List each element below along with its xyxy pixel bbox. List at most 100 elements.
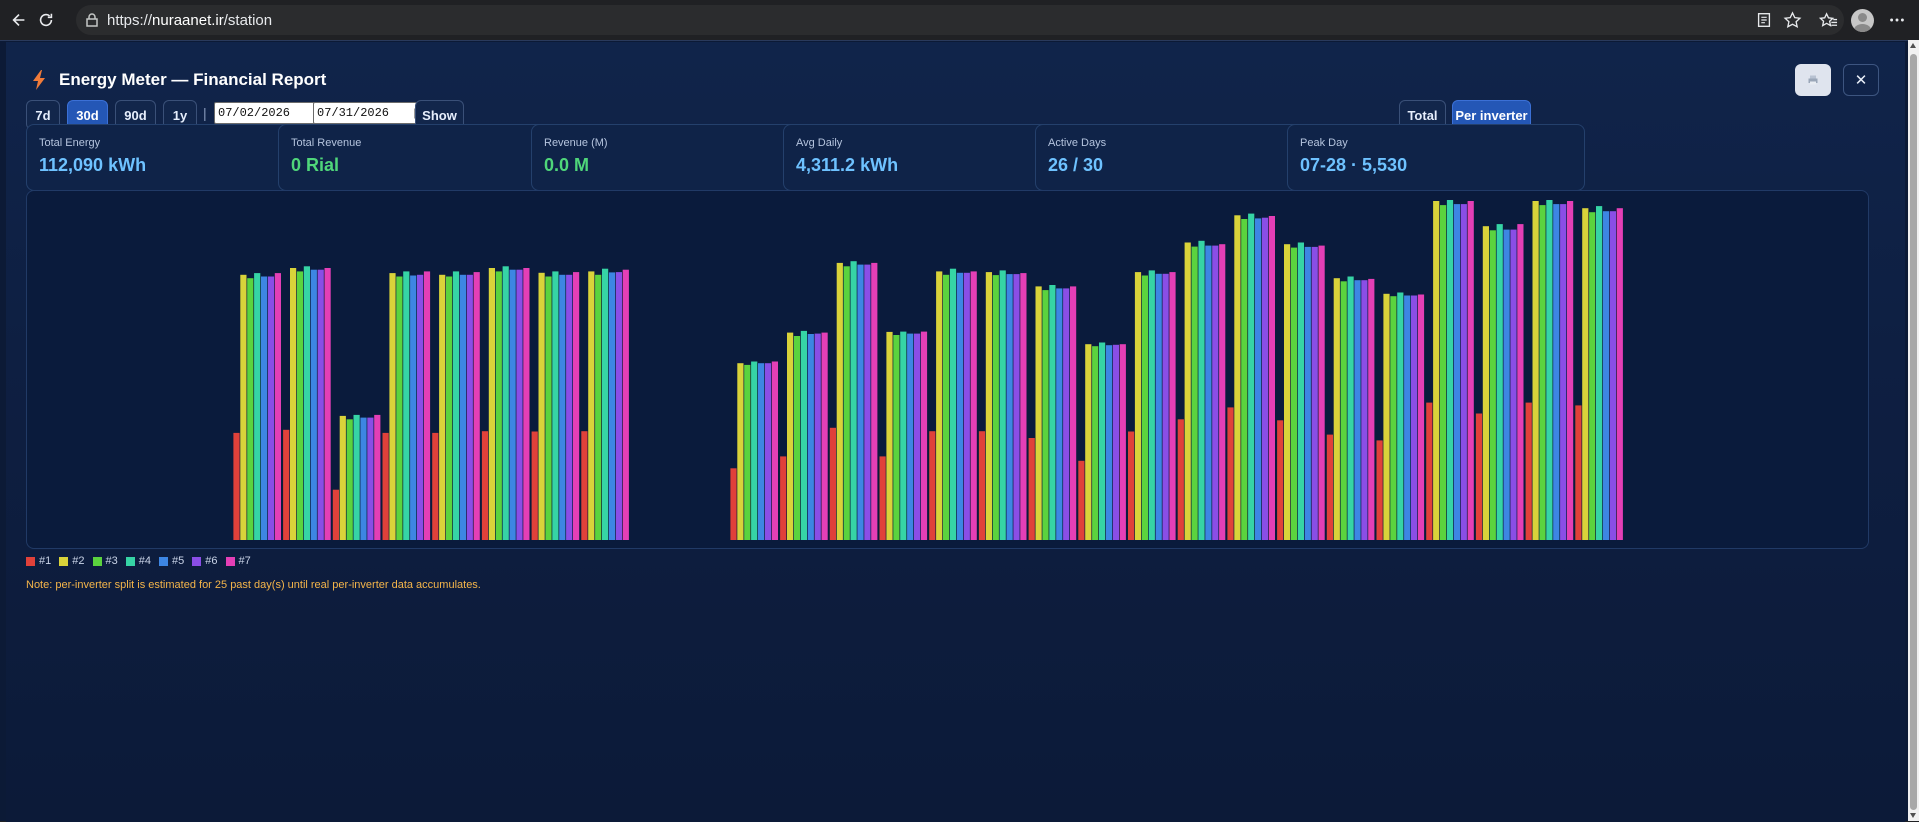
bar-inverter-5[interactable] xyxy=(1006,274,1013,540)
bar-inverter-4[interactable] xyxy=(751,361,758,541)
bar-inverter-2[interactable] xyxy=(538,272,545,540)
bar-inverter-3[interactable] xyxy=(495,271,502,540)
bar-inverter-1[interactable] xyxy=(780,456,787,540)
bar-inverter-5[interactable] xyxy=(1553,204,1560,540)
bar-inverter-6[interactable] xyxy=(764,363,772,540)
bar-inverter-3[interactable] xyxy=(545,276,552,541)
bar-inverter-7[interactable] xyxy=(573,272,580,540)
scroll-thumb[interactable] xyxy=(1910,54,1917,810)
bar-inverter-6[interactable] xyxy=(1411,295,1418,541)
bar-inverter-2[interactable] xyxy=(886,331,893,540)
bar-inverter-2[interactable] xyxy=(1433,201,1440,540)
bar-inverter-1[interactable] xyxy=(1277,420,1284,540)
bar-inverter-6[interactable] xyxy=(417,274,424,540)
bar-inverter-6[interactable] xyxy=(317,269,324,540)
bar-inverter-4[interactable] xyxy=(1148,270,1155,540)
bar-inverter-4[interactable] xyxy=(1049,285,1056,540)
bar-inverter-1[interactable] xyxy=(432,432,439,540)
bar-inverter-7[interactable] xyxy=(821,332,828,540)
bar-inverter-3[interactable] xyxy=(1092,346,1099,540)
bar-inverter-7[interactable] xyxy=(423,271,431,540)
bar-inverter-3[interactable] xyxy=(1489,230,1496,541)
bar-inverter-7[interactable] xyxy=(920,331,928,540)
bar-inverter-6[interactable] xyxy=(466,274,473,540)
favorites-icon[interactable] xyxy=(1817,9,1839,31)
bar-inverter-3[interactable] xyxy=(346,419,353,540)
bar-inverter-2[interactable] xyxy=(1085,344,1092,540)
bar-inverter-2[interactable] xyxy=(1184,242,1191,541)
bar-inverter-4[interactable] xyxy=(353,414,360,540)
bar-inverter-5[interactable] xyxy=(1503,229,1510,540)
bar-inverter-7[interactable] xyxy=(1169,272,1176,540)
bar-inverter-7[interactable] xyxy=(1567,201,1574,540)
bar-inverter-7[interactable] xyxy=(970,271,977,540)
bar-inverter-1[interactable] xyxy=(730,468,737,540)
bar-inverter-3[interactable] xyxy=(396,276,403,541)
bar-inverter-3[interactable] xyxy=(446,276,453,541)
bar-inverter-2[interactable] xyxy=(439,274,446,540)
bar-inverter-5[interactable] xyxy=(758,363,765,540)
bar-inverter-4[interactable] xyxy=(800,330,807,540)
bar-inverter-4[interactable] xyxy=(452,271,460,540)
bar-inverter-7[interactable] xyxy=(1219,244,1226,540)
bar-inverter-5[interactable] xyxy=(261,276,268,541)
close-button[interactable]: ✕ xyxy=(1843,64,1879,96)
bar-inverter-5[interactable] xyxy=(1354,280,1361,540)
bar-inverter-2[interactable] xyxy=(737,363,744,540)
bar-inverter-7[interactable] xyxy=(1070,286,1077,540)
bar-inverter-6[interactable] xyxy=(1311,246,1318,540)
bar-inverter-6[interactable] xyxy=(267,276,275,541)
export-button[interactable] xyxy=(1795,64,1831,96)
bar-inverter-1[interactable] xyxy=(1227,407,1234,540)
bar-inverter-4[interactable] xyxy=(999,270,1006,540)
bar-inverter-2[interactable] xyxy=(488,268,495,540)
address-bar[interactable]: https://nuraanet.ir/station xyxy=(76,5,1844,35)
bar-inverter-5[interactable] xyxy=(956,272,963,540)
bar-inverter-5[interactable] xyxy=(509,269,516,540)
bar-inverter-4[interactable] xyxy=(403,271,410,540)
bar-inverter-5[interactable] xyxy=(1105,345,1113,540)
bar-inverter-7[interactable] xyxy=(1119,344,1126,540)
bar-inverter-1[interactable] xyxy=(332,489,339,540)
bar-inverter-3[interactable] xyxy=(893,335,900,540)
bar-inverter-5[interactable] xyxy=(1602,211,1610,540)
bar-inverter-6[interactable] xyxy=(367,417,374,540)
bar-inverter-7[interactable] xyxy=(622,269,629,540)
bar-inverter-3[interactable] xyxy=(296,271,304,540)
bar-inverter-4[interactable] xyxy=(1248,213,1255,540)
bar-inverter-2[interactable] xyxy=(290,268,297,540)
site-info-icon[interactable] xyxy=(84,12,100,28)
bar-inverter-6[interactable] xyxy=(1609,211,1616,540)
bar-inverter-1[interactable] xyxy=(1525,402,1532,540)
bookmark-star-icon[interactable] xyxy=(1781,9,1803,31)
bar-inverter-6[interactable] xyxy=(1112,344,1119,540)
bar-inverter-6[interactable] xyxy=(1510,229,1517,540)
profile-avatar[interactable] xyxy=(1851,9,1874,32)
bar-inverter-7[interactable] xyxy=(1318,245,1325,540)
bar-inverter-4[interactable] xyxy=(552,271,559,540)
bar-inverter-4[interactable] xyxy=(1347,276,1354,541)
bar-inverter-2[interactable] xyxy=(1333,278,1340,540)
bar-inverter-4[interactable] xyxy=(303,266,310,540)
bar-inverter-2[interactable] xyxy=(985,272,992,540)
bar-inverter-5[interactable] xyxy=(559,274,566,540)
bar-inverter-2[interactable] xyxy=(1284,244,1291,540)
bar-inverter-6[interactable] xyxy=(566,274,573,540)
bar-inverter-5[interactable] xyxy=(410,275,417,541)
bar-inverter-6[interactable] xyxy=(1212,245,1219,540)
bar-inverter-1[interactable] xyxy=(1326,434,1333,540)
bar-inverter-1[interactable] xyxy=(1128,431,1135,541)
bar-inverter-7[interactable] xyxy=(274,273,281,540)
bar-inverter-7[interactable] xyxy=(1268,216,1275,540)
bar-inverter-3[interactable] xyxy=(943,274,950,540)
bar-inverter-4[interactable] xyxy=(1446,200,1454,540)
bar-inverter-7[interactable] xyxy=(1020,273,1027,540)
bar-inverter-3[interactable] xyxy=(1290,247,1298,540)
bar-inverter-6[interactable] xyxy=(1162,273,1169,540)
bar-inverter-7[interactable] xyxy=(871,262,878,540)
bar-inverter-4[interactable] xyxy=(1297,242,1304,541)
bar-inverter-5[interactable] xyxy=(1304,246,1311,540)
page-scrollbar[interactable] xyxy=(1908,40,1919,821)
bar-inverter-2[interactable] xyxy=(1532,201,1539,540)
bar-inverter-6[interactable] xyxy=(1063,288,1070,540)
